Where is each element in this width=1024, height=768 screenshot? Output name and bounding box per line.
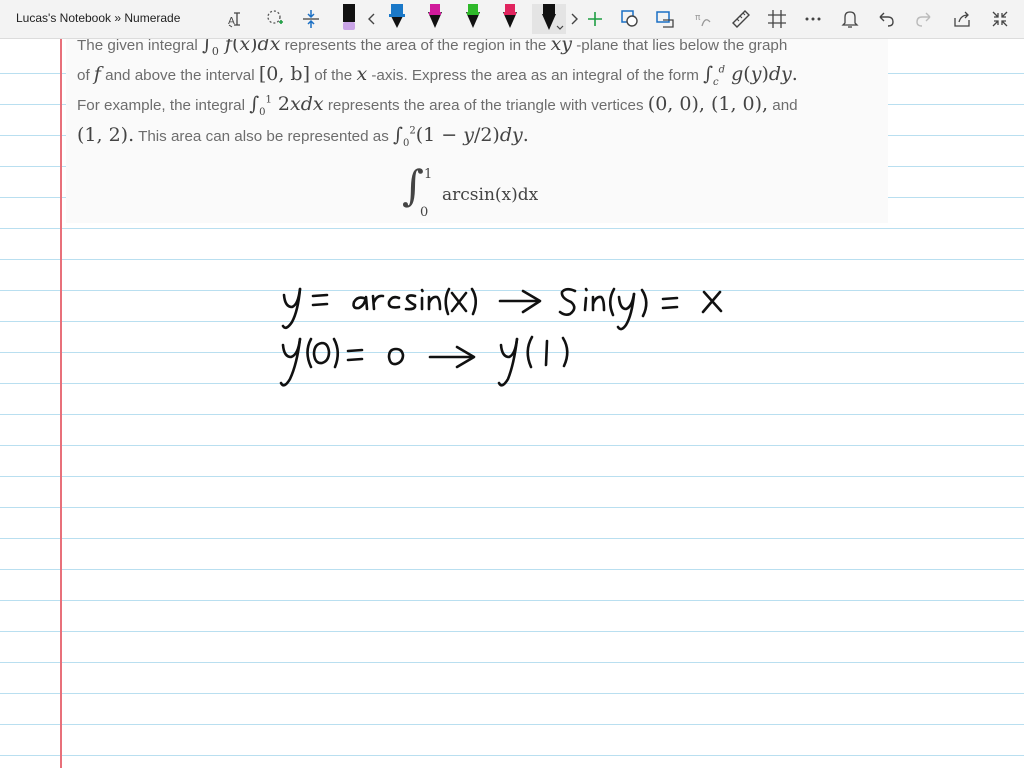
- shapes-icon[interactable]: [617, 4, 643, 34]
- pen-red-icon[interactable]: [497, 4, 523, 34]
- pen-black-icon[interactable]: [338, 4, 360, 34]
- lasso-select-icon[interactable]: [262, 4, 288, 34]
- handwritten-ink: [279, 287, 723, 387]
- undo-icon[interactable]: [873, 4, 899, 34]
- ink-to-shape-icon[interactable]: [652, 4, 678, 34]
- grid-icon[interactable]: [764, 4, 790, 34]
- ink-to-math-icon[interactable]: π: [690, 4, 716, 34]
- pen-magenta-icon[interactable]: [422, 4, 448, 34]
- pen-green-icon[interactable]: [460, 4, 486, 34]
- scroll-right-icon[interactable]: [566, 4, 582, 34]
- pen-blue-icon[interactable]: [384, 4, 410, 34]
- handwriting-line-2: [279, 335, 569, 387]
- notebook-page[interactable]: The given integral ∫0 f(x)dx represents …: [0, 39, 1024, 768]
- svg-text:π: π: [695, 13, 701, 23]
- add-pen-icon[interactable]: [584, 4, 606, 34]
- more-icon[interactable]: [800, 4, 826, 34]
- handwriting-line-1: [281, 287, 723, 331]
- share-icon[interactable]: [949, 4, 975, 34]
- toolbar: Lucas's Notebook » Numerade A π: [0, 0, 1024, 39]
- scroll-left-icon[interactable]: [364, 4, 380, 34]
- fullscreen-icon[interactable]: [987, 4, 1013, 34]
- bell-icon[interactable]: [837, 4, 863, 34]
- app-title: Lucas's Notebook » Numerade: [16, 11, 181, 25]
- pen-black-selected-icon[interactable]: [532, 4, 566, 34]
- insert-space-icon[interactable]: [298, 4, 324, 34]
- ruler-icon[interactable]: [728, 4, 754, 34]
- redo-icon[interactable]: [911, 4, 937, 34]
- text-to-drawing-icon[interactable]: A: [224, 4, 250, 34]
